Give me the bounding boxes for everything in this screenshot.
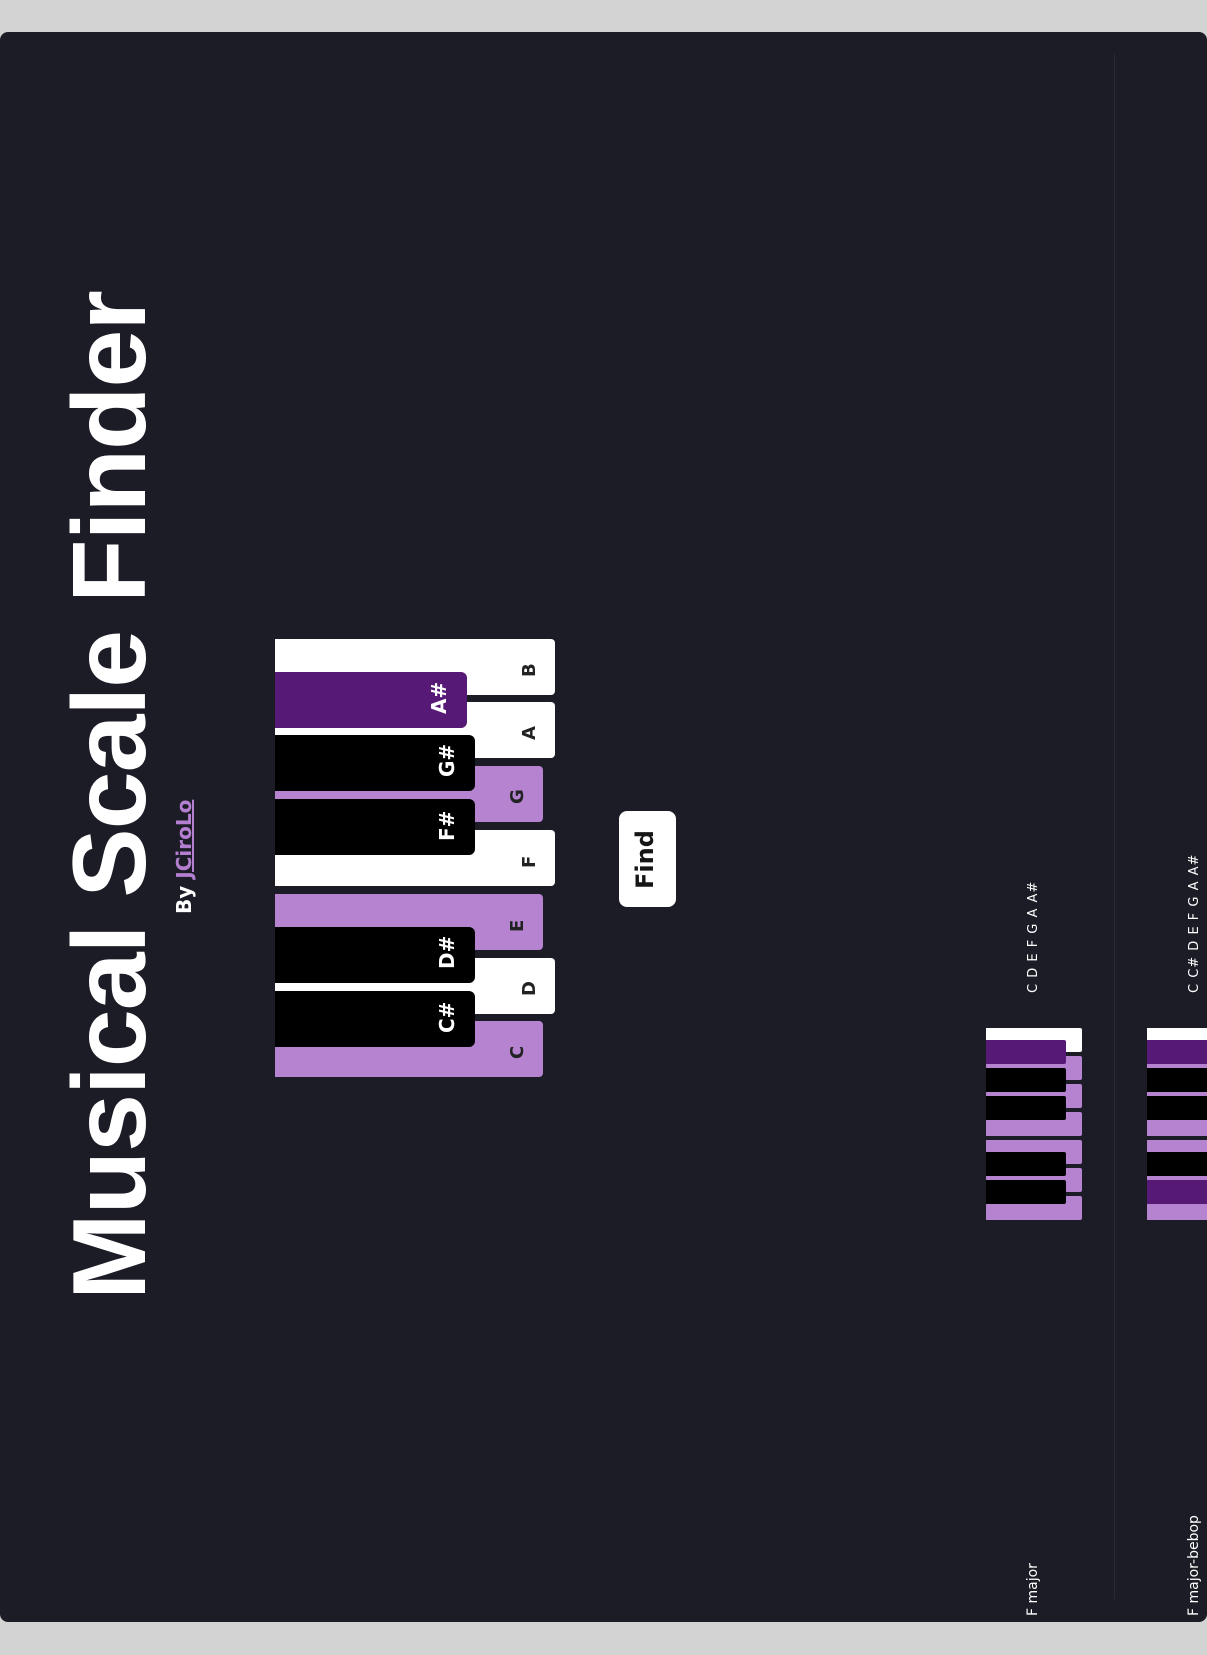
black-key-g-sharp[interactable]: G# — [275, 735, 475, 791]
mini-black-key-g-sharp — [986, 1068, 1066, 1092]
results-divider — [1114, 54, 1115, 1599]
key-label: A — [519, 726, 540, 740]
scale-notes-0: C D E F G A A# — [1026, 880, 1041, 993]
mini-black-key-g-sharp — [1147, 1068, 1207, 1092]
key-label: E — [507, 919, 528, 932]
mini-black-key-d-sharp — [1147, 1152, 1207, 1176]
key-label: F# — [435, 810, 459, 841]
scale-notes-1: C C# D E F G A A# — [1187, 853, 1202, 993]
mini-black-key-c-sharp — [1147, 1180, 1207, 1204]
mini-black-key-c-sharp — [986, 1180, 1066, 1204]
key-label: C# — [435, 1001, 459, 1033]
find-button-label: Find — [631, 830, 659, 889]
black-key-d-sharp[interactable]: D# — [275, 927, 475, 983]
black-key-c-sharp[interactable]: C# — [275, 991, 475, 1047]
key-label: F — [519, 855, 540, 868]
byline: By JCiroLo — [172, 800, 196, 914]
mini-black-key-f-sharp — [986, 1096, 1066, 1120]
mini-black-key-a-sharp — [986, 1040, 1066, 1064]
key-label: B — [519, 663, 540, 677]
key-label: D — [519, 981, 540, 996]
key-label: C — [507, 1045, 528, 1059]
mini-black-key-d-sharp — [986, 1152, 1066, 1176]
key-label: D# — [435, 935, 459, 969]
find-button[interactable]: Find — [619, 811, 676, 907]
black-key-f-sharp[interactable]: F# — [275, 799, 475, 855]
scale-name: F major — [1025, 1563, 1041, 1616]
page-title: Musical Scale Finder — [52, 291, 168, 1300]
key-label: G# — [435, 743, 459, 777]
black-key-a-sharp[interactable]: A# — [275, 672, 467, 728]
app-window: Musical Scale Finder By JCiroLo C D E F G A B C… — [0, 32, 1207, 1622]
key-label: A# — [427, 681, 451, 714]
mini-black-key-f-sharp — [1147, 1096, 1207, 1120]
byline-prefix: By — [172, 885, 196, 914]
key-label: G — [507, 789, 528, 804]
scale-name: F major-bebop — [1186, 1515, 1202, 1616]
mini-black-key-a-sharp — [1147, 1040, 1207, 1064]
author-link[interactable]: JCiroLo — [172, 800, 196, 879]
